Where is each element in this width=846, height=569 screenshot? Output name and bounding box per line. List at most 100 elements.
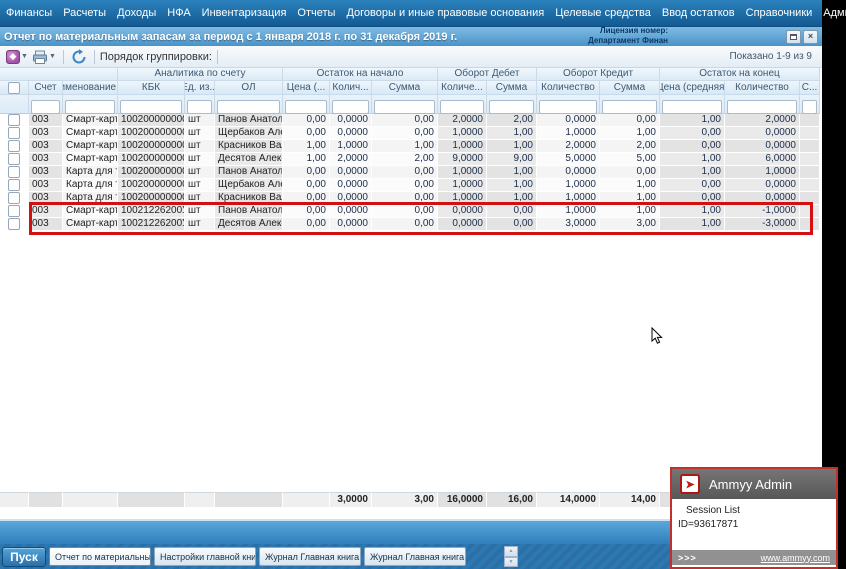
summary-cell [29, 492, 63, 507]
filter-input[interactable] [539, 100, 597, 114]
scroll-up-icon[interactable]: ▲ [504, 546, 518, 557]
table-row[interactable]: 003 Смарт-карта 1002000000000... шт Щерб… [0, 127, 822, 140]
column-header[interactable]: Цена (средняя) [660, 81, 725, 95]
row-checkbox[interactable] [8, 166, 20, 178]
filter-input[interactable] [727, 100, 797, 114]
table-row[interactable]: 003 Смарт-карта 10021226200У0... шт Деся… [0, 218, 822, 231]
row-checkbox[interactable] [8, 127, 20, 139]
filter-input[interactable] [187, 100, 212, 114]
refresh-button[interactable] [69, 48, 89, 66]
select-all-checkbox[interactable] [8, 81, 20, 94]
filter-input[interactable] [332, 100, 369, 114]
cell-unit: шт [185, 179, 215, 192]
menu-item[interactable]: Финансы [6, 7, 52, 19]
cell-sum-debit: 1,00 [487, 179, 537, 192]
column-header[interactable]: Цена (... [283, 81, 330, 95]
export-button[interactable]: ◆ ▼ [4, 49, 30, 65]
filter-input[interactable] [374, 100, 435, 114]
table-row[interactable]: 003 Смарт-карта 1002000000000... шт Пано… [0, 114, 822, 127]
menu-item[interactable]: Справочники [746, 7, 813, 19]
cell-qty-debit: 0,0000 [438, 205, 487, 218]
filter-cell [63, 95, 118, 114]
table-row[interactable]: 003 Смарт-карта 1002000000000... шт Крас… [0, 140, 822, 153]
table-row[interactable]: 003 Карта для тахог... 1002000000000... … [0, 179, 822, 192]
table-row[interactable]: 003 Смарт-карта 10021226200У0... шт Пано… [0, 205, 822, 218]
cell-ol: Красников Вале... [215, 140, 283, 153]
restore-button[interactable] [786, 29, 801, 44]
row-checkbox[interactable] [8, 205, 20, 217]
start-button[interactable]: Пуск [2, 546, 46, 567]
cell-qty-credit: 2,0000 [537, 140, 600, 153]
scroll-down-icon[interactable]: ▼ [504, 556, 518, 567]
filter-input[interactable] [602, 100, 657, 114]
row-checkbox[interactable] [8, 114, 20, 126]
filter-input[interactable] [120, 100, 182, 114]
cell-kbk: 1002000000000... [118, 140, 185, 153]
menu-item[interactable]: Доходы [117, 7, 156, 19]
column-header[interactable]: Количе... [438, 81, 487, 95]
menu-item[interactable]: Отчеты [297, 7, 335, 19]
ammyy-website-link[interactable]: www.ammyy.com [761, 553, 830, 563]
table-row[interactable]: 003 Карта для тахог... 1002000000000... … [0, 166, 822, 179]
taskbar-task-button[interactable]: Настройки главной книги [154, 547, 256, 566]
filter-input[interactable] [489, 100, 534, 114]
taskbar-task-button[interactable]: Журнал Главная книга за ме... [259, 547, 361, 566]
menu-item[interactable]: Расчеты [63, 7, 106, 19]
filter-cell [283, 95, 330, 114]
column-header[interactable]: Счет [29, 81, 63, 95]
column-header[interactable]: ОЛ [215, 81, 283, 95]
cell-qty-start: 0,0000 [330, 127, 372, 140]
column-header[interactable]: Наименование МЗ [63, 81, 118, 95]
filter-cell [0, 95, 29, 114]
column-header[interactable]: Сумма [372, 81, 438, 95]
column-header[interactable]: Сумма [600, 81, 660, 95]
row-checkbox[interactable] [8, 140, 20, 152]
cell-sum-debit: 9,00 [487, 153, 537, 166]
group-header-debit: Оборот Дебет [438, 68, 537, 81]
cell-ol: Щербаков Алек... [215, 127, 283, 140]
row-checkbox[interactable] [8, 179, 20, 191]
column-header[interactable]: Количество [725, 81, 800, 95]
row-select-cell [0, 166, 29, 179]
row-checkbox[interactable] [8, 153, 20, 165]
column-header[interactable]: Ед. из... [185, 81, 215, 95]
cell-kbk: 1002000000000... [118, 179, 185, 192]
menu-item[interactable]: Администрирование [823, 7, 846, 19]
filter-input[interactable] [440, 100, 484, 114]
column-header[interactable]: Количество [537, 81, 600, 95]
row-checkbox[interactable] [8, 192, 20, 204]
ammyy-title-bar[interactable]: ➤ Ammyy Admin [672, 469, 836, 499]
taskbar-task-button[interactable]: Журнал Главная книга за ме... [364, 547, 466, 566]
table-row[interactable]: 003 Смарт-карта 1002000000000... шт Деся… [0, 153, 822, 166]
menu-item[interactable]: Инвентаризация [202, 7, 287, 19]
row-select-cell [0, 153, 29, 166]
cell-price-avg: 1,00 [660, 218, 725, 231]
ammyy-footer: >>> www.ammyy.com [672, 550, 836, 565]
cell-sum-end [800, 192, 820, 205]
print-button[interactable]: ▼ [30, 48, 58, 66]
filter-input[interactable] [31, 100, 60, 114]
column-header[interactable]: Колич... [330, 81, 372, 95]
menu-item[interactable]: Ввод остатков [662, 7, 735, 19]
filter-input[interactable] [662, 100, 722, 114]
filter-input[interactable] [802, 100, 817, 114]
cell-sum-credit: 2,00 [600, 140, 660, 153]
taskbar-task-button[interactable]: Отчет по материальным запасам [49, 547, 151, 566]
table-row[interactable]: 003 Карта для тахог... 1002000000000... … [0, 192, 822, 205]
filter-input[interactable] [217, 100, 280, 114]
total-qty-start: 3,0000 [330, 492, 372, 507]
column-header[interactable]: КБК [118, 81, 185, 95]
column-header[interactable]: Сумма [487, 81, 537, 95]
filter-input[interactable] [65, 100, 115, 114]
menu-item[interactable]: Договоры и иные правовые основания [346, 7, 544, 19]
close-button[interactable]: × [803, 29, 818, 44]
license-line1: Лицензия номер: [599, 26, 668, 35]
filter-cell [185, 95, 215, 114]
row-checkbox[interactable] [8, 218, 20, 230]
ammyy-expand-link[interactable]: >>> [678, 553, 697, 563]
column-header[interactable]: С... [800, 81, 820, 95]
filter-input[interactable] [285, 100, 327, 114]
cell-sum-start: 0,00 [372, 205, 438, 218]
menu-item[interactable]: Целевые средства [555, 7, 651, 19]
menu-item[interactable]: НФА [167, 7, 190, 19]
